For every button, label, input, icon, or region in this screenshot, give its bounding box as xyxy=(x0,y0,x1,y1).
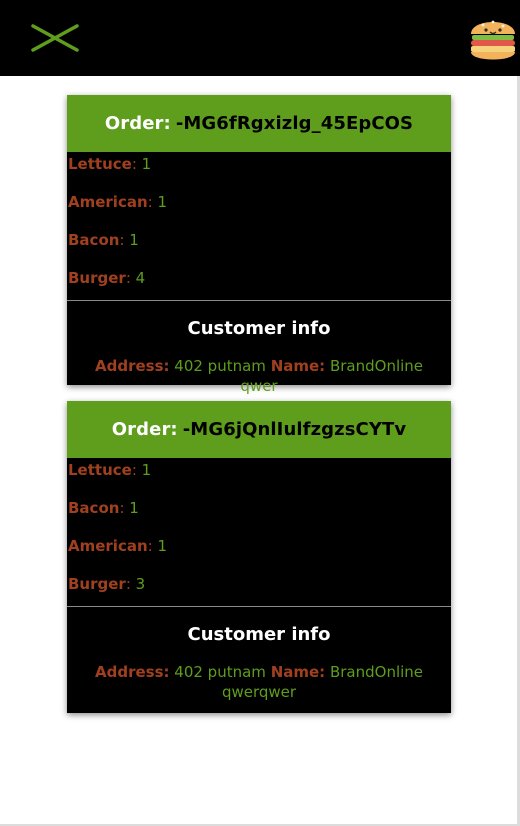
customer-info-line: Address: 402 putnam Name: BrandOnline qw… xyxy=(67,662,451,702)
order-header: Order: -MG6fRgxizlg_45EpCOS xyxy=(67,95,451,152)
ingredient-row: Bacon: 1 xyxy=(68,231,139,249)
ingredient-name: Lettuce xyxy=(68,461,132,479)
ingredient-qty: 1 xyxy=(141,461,152,479)
ingredient-qty: 1 xyxy=(141,155,152,173)
ingredient-name: Lettuce xyxy=(68,155,132,173)
address-label: Address: xyxy=(94,663,170,681)
customer-info-title: Customer info xyxy=(187,624,331,645)
close-x-icon[interactable] xyxy=(30,20,80,56)
name-label: Name: xyxy=(270,663,326,681)
order-card: Order: -MG6fRgxizlg_45EpCOS Lettuce: 1 A… xyxy=(67,95,451,395)
name-value: BrandOnline qwer xyxy=(240,357,424,395)
ingredient-row: American: 1 xyxy=(68,193,168,211)
ingredient-name: Bacon xyxy=(68,499,120,517)
address-label: Address: xyxy=(94,357,170,375)
order-header: Order: -MG6jQnlIulfzgzsCYTv xyxy=(67,401,451,458)
ingredient-row: Bacon: 1 xyxy=(68,499,139,517)
order-label: Order: xyxy=(111,419,178,440)
address-value: 402 putnam xyxy=(174,663,266,681)
ingredient-name: American xyxy=(68,193,148,211)
name-label: Name: xyxy=(270,357,326,375)
ingredient-name: Burger xyxy=(68,575,126,593)
ingredient-list: Lettuce: 1 Bacon: 1 American: 1 Burger: … xyxy=(67,458,451,611)
ingredient-qty: 1 xyxy=(129,231,139,249)
address-value: 402 putnam xyxy=(174,357,266,375)
order-id: -MG6jQnlIulfzgzsCYTv xyxy=(182,419,407,440)
customer-info-line: Address: 402 putnam Name: BrandOnline qw… xyxy=(67,356,451,396)
order-label: Order: xyxy=(104,113,171,134)
burger-logo-icon xyxy=(468,12,518,64)
ingredient-row: Lettuce: 1 xyxy=(68,461,152,479)
ingredient-qty: 1 xyxy=(129,499,139,517)
order-card: Order: -MG6jQnlIulfzgzsCYTv Lettuce: 1 B… xyxy=(67,401,451,713)
ingredient-qty: 4 xyxy=(135,269,146,287)
ingredient-qty: 1 xyxy=(157,193,168,211)
divider xyxy=(67,606,451,607)
ingredient-qty: 3 xyxy=(135,575,146,593)
divider xyxy=(67,300,451,301)
order-id: -MG6fRgxizlg_45EpCOS xyxy=(175,113,414,134)
customer-info-title: Customer info xyxy=(187,318,331,339)
top-navbar xyxy=(0,0,520,76)
ingredient-row: American: 1 xyxy=(68,537,168,555)
ingredient-name: American xyxy=(68,537,148,555)
ingredient-row: Lettuce: 1 xyxy=(68,155,152,173)
ingredient-qty: 1 xyxy=(157,537,168,555)
ingredient-name: Bacon xyxy=(68,231,120,249)
ingredient-list: Lettuce: 1 American: 1 Bacon: 1 Burger: … xyxy=(67,152,451,305)
ingredient-name: Burger xyxy=(68,269,126,287)
